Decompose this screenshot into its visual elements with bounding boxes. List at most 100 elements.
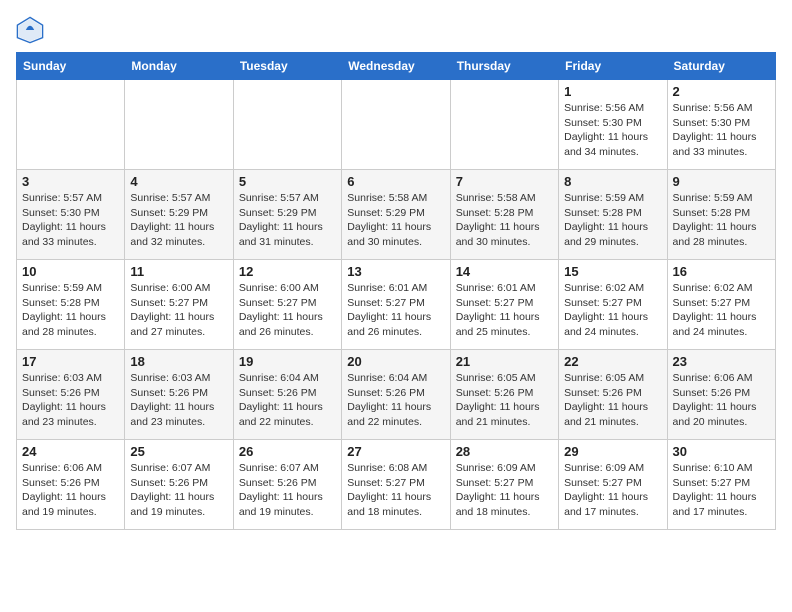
calendar-cell: 26Sunrise: 6:07 AM Sunset: 5:26 PM Dayli… bbox=[233, 440, 341, 530]
calendar-cell: 9Sunrise: 5:59 AM Sunset: 5:28 PM Daylig… bbox=[667, 170, 775, 260]
day-number: 28 bbox=[456, 444, 553, 459]
day-info: Sunrise: 5:57 AM Sunset: 5:29 PM Dayligh… bbox=[130, 191, 227, 250]
day-info: Sunrise: 6:10 AM Sunset: 5:27 PM Dayligh… bbox=[673, 461, 770, 520]
calendar-cell: 11 Sunrise: 6:00 AM Sunset: 5:27 PM Dayli… bbox=[125, 260, 233, 350]
day-number: 30 bbox=[673, 444, 770, 459]
day-info: Sunrise: 6:09 AM Sunset: 5:27 PM Dayligh… bbox=[564, 461, 661, 520]
day-info: Sunrise: 5:59 AM Sunset: 5:28 PM Dayligh… bbox=[564, 191, 661, 250]
calendar-cell: 1Sunrise: 5:56 AM Sunset: 5:30 PM Daylig… bbox=[559, 80, 667, 170]
day-info: Sunrise: 5:56 AM Sunset: 5:30 PM Dayligh… bbox=[673, 101, 770, 160]
day-number: 20 bbox=[347, 354, 444, 369]
day-number: 22 bbox=[564, 354, 661, 369]
day-number: 27 bbox=[347, 444, 444, 459]
calendar-cell: 21Sunrise: 6:05 AM Sunset: 5:26 PM Dayli… bbox=[450, 350, 558, 440]
calendar-header-saturday: Saturday bbox=[667, 53, 775, 80]
day-number: 23 bbox=[673, 354, 770, 369]
day-info: Sunrise: 5:59 AM Sunset: 5:28 PM Dayligh… bbox=[673, 191, 770, 250]
day-info: Sunrise: 6:02 AM Sunset: 5:27 PM Dayligh… bbox=[564, 281, 661, 340]
calendar-cell bbox=[125, 80, 233, 170]
day-info: Sunrise: 5:56 AM Sunset: 5:30 PM Dayligh… bbox=[564, 101, 661, 160]
day-info: Sunrise: 6:00 AM Sunset: 5:27 PM Dayligh… bbox=[130, 281, 227, 340]
calendar-cell: 8 Sunrise: 5:59 AM Sunset: 5:28 PM Daylig… bbox=[559, 170, 667, 260]
calendar-week-row: 1Sunrise: 5:56 AM Sunset: 5:30 PM Daylig… bbox=[17, 80, 776, 170]
day-number: 18 bbox=[130, 354, 227, 369]
day-number: 21 bbox=[456, 354, 553, 369]
calendar-cell bbox=[450, 80, 558, 170]
day-number: 26 bbox=[239, 444, 336, 459]
calendar-header-friday: Friday bbox=[559, 53, 667, 80]
day-info: Sunrise: 6:01 AM Sunset: 5:27 PM Dayligh… bbox=[347, 281, 444, 340]
calendar-cell: 6 Sunrise: 5:58 AM Sunset: 5:29 PM Daylig… bbox=[342, 170, 450, 260]
day-number: 5 bbox=[239, 174, 336, 189]
calendar-cell bbox=[17, 80, 125, 170]
calendar-week-row: 24Sunrise: 6:06 AM Sunset: 5:26 PM Dayli… bbox=[17, 440, 776, 530]
calendar-cell: 10 Sunrise: 5:59 AM Sunset: 5:28 PM Dayli… bbox=[17, 260, 125, 350]
day-number: 4 bbox=[130, 174, 227, 189]
calendar-header-sunday: Sunday bbox=[17, 53, 125, 80]
calendar-cell: 14 Sunrise: 6:01 AM Sunset: 5:27 PM Dayli… bbox=[450, 260, 558, 350]
calendar-cell: 17Sunrise: 6:03 AM Sunset: 5:26 PM Dayli… bbox=[17, 350, 125, 440]
day-info: Sunrise: 6:09 AM Sunset: 5:27 PM Dayligh… bbox=[456, 461, 553, 520]
page-header bbox=[16, 16, 776, 44]
day-info: Sunrise: 5:57 AM Sunset: 5:29 PM Dayligh… bbox=[239, 191, 336, 250]
day-info: Sunrise: 6:03 AM Sunset: 5:26 PM Dayligh… bbox=[130, 371, 227, 430]
day-info: Sunrise: 6:02 AM Sunset: 5:27 PM Dayligh… bbox=[673, 281, 770, 340]
day-number: 8 bbox=[564, 174, 661, 189]
calendar-cell: 18 Sunrise: 6:03 AM Sunset: 5:26 PM Dayli… bbox=[125, 350, 233, 440]
day-number: 12 bbox=[239, 264, 336, 279]
calendar-header-tuesday: Tuesday bbox=[233, 53, 341, 80]
calendar-cell: 7 Sunrise: 5:58 AM Sunset: 5:28 PM Daylig… bbox=[450, 170, 558, 260]
day-info: Sunrise: 6:01 AM Sunset: 5:27 PM Dayligh… bbox=[456, 281, 553, 340]
day-number: 10 bbox=[22, 264, 119, 279]
calendar-cell: 12Sunrise: 6:00 AM Sunset: 5:27 PM Dayli… bbox=[233, 260, 341, 350]
calendar-table: SundayMondayTuesdayWednesdayThursdayFrid… bbox=[16, 52, 776, 530]
day-number: 7 bbox=[456, 174, 553, 189]
day-info: Sunrise: 6:08 AM Sunset: 5:27 PM Dayligh… bbox=[347, 461, 444, 520]
calendar-cell: 13 Sunrise: 6:01 AM Sunset: 5:27 PM Dayli… bbox=[342, 260, 450, 350]
day-info: Sunrise: 5:57 AM Sunset: 5:30 PM Dayligh… bbox=[22, 191, 119, 250]
calendar-week-row: 3 Sunrise: 5:57 AM Sunset: 5:30 PM Daylig… bbox=[17, 170, 776, 260]
logo-icon bbox=[16, 16, 44, 44]
day-number: 3 bbox=[22, 174, 119, 189]
calendar-cell: 29 Sunrise: 6:09 AM Sunset: 5:27 PM Dayli… bbox=[559, 440, 667, 530]
day-info: Sunrise: 6:07 AM Sunset: 5:26 PM Dayligh… bbox=[130, 461, 227, 520]
day-number: 29 bbox=[564, 444, 661, 459]
calendar-cell: 30 Sunrise: 6:10 AM Sunset: 5:27 PM Dayli… bbox=[667, 440, 775, 530]
day-number: 15 bbox=[564, 264, 661, 279]
calendar-cell: 4 Sunrise: 5:57 AM Sunset: 5:29 PM Daylig… bbox=[125, 170, 233, 260]
calendar-cell: 19 Sunrise: 6:04 AM Sunset: 5:26 PM Dayli… bbox=[233, 350, 341, 440]
day-info: Sunrise: 5:59 AM Sunset: 5:28 PM Dayligh… bbox=[22, 281, 119, 340]
calendar-cell bbox=[342, 80, 450, 170]
day-number: 11 bbox=[130, 264, 227, 279]
day-info: Sunrise: 6:05 AM Sunset: 5:26 PM Dayligh… bbox=[564, 371, 661, 430]
day-number: 2 bbox=[673, 84, 770, 99]
day-number: 13 bbox=[347, 264, 444, 279]
calendar-header-monday: Monday bbox=[125, 53, 233, 80]
calendar-cell: 5 Sunrise: 5:57 AM Sunset: 5:29 PM Daylig… bbox=[233, 170, 341, 260]
day-number: 24 bbox=[22, 444, 119, 459]
calendar-cell: 15 Sunrise: 6:02 AM Sunset: 5:27 PM Dayli… bbox=[559, 260, 667, 350]
day-number: 6 bbox=[347, 174, 444, 189]
calendar-cell: 25 Sunrise: 6:07 AM Sunset: 5:26 PM Dayli… bbox=[125, 440, 233, 530]
day-info: Sunrise: 5:58 AM Sunset: 5:28 PM Dayligh… bbox=[456, 191, 553, 250]
calendar-cell: 22 Sunrise: 6:05 AM Sunset: 5:26 PM Dayli… bbox=[559, 350, 667, 440]
day-info: Sunrise: 6:04 AM Sunset: 5:26 PM Dayligh… bbox=[347, 371, 444, 430]
calendar-header-wednesday: Wednesday bbox=[342, 53, 450, 80]
calendar-cell: 24Sunrise: 6:06 AM Sunset: 5:26 PM Dayli… bbox=[17, 440, 125, 530]
calendar-cell: 20 Sunrise: 6:04 AM Sunset: 5:26 PM Dayli… bbox=[342, 350, 450, 440]
calendar-header-row: SundayMondayTuesdayWednesdayThursdayFrid… bbox=[17, 53, 776, 80]
day-info: Sunrise: 6:04 AM Sunset: 5:26 PM Dayligh… bbox=[239, 371, 336, 430]
calendar-cell: 2 Sunrise: 5:56 AM Sunset: 5:30 PM Daylig… bbox=[667, 80, 775, 170]
calendar-cell: 28 Sunrise: 6:09 AM Sunset: 5:27 PM Dayli… bbox=[450, 440, 558, 530]
logo bbox=[16, 16, 48, 44]
calendar-cell: 3 Sunrise: 5:57 AM Sunset: 5:30 PM Daylig… bbox=[17, 170, 125, 260]
day-info: Sunrise: 6:06 AM Sunset: 5:26 PM Dayligh… bbox=[673, 371, 770, 430]
day-info: Sunrise: 5:58 AM Sunset: 5:29 PM Dayligh… bbox=[347, 191, 444, 250]
day-number: 19 bbox=[239, 354, 336, 369]
day-number: 25 bbox=[130, 444, 227, 459]
day-number: 14 bbox=[456, 264, 553, 279]
calendar-week-row: 10 Sunrise: 5:59 AM Sunset: 5:28 PM Dayli… bbox=[17, 260, 776, 350]
calendar-cell: 27 Sunrise: 6:08 AM Sunset: 5:27 PM Dayli… bbox=[342, 440, 450, 530]
day-number: 17 bbox=[22, 354, 119, 369]
calendar-header-thursday: Thursday bbox=[450, 53, 558, 80]
